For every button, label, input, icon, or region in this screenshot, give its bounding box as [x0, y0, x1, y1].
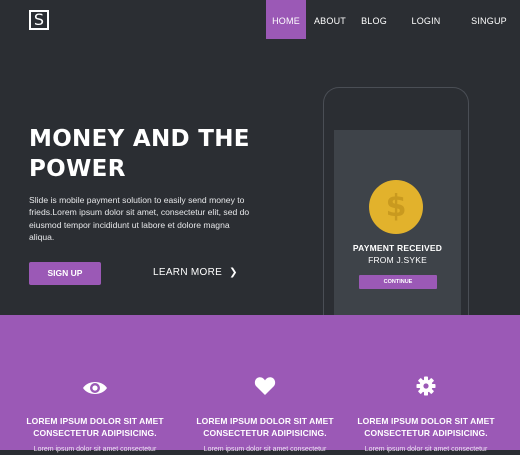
nav-item-home[interactable]: HOME — [266, 0, 306, 39]
payment-received-title: PAYMENT RECEIVED — [352, 243, 443, 253]
hero-title: MONEY AND THE POWER — [29, 126, 250, 182]
learn-more-label: LEARN MORE — [153, 267, 223, 278]
feature-body: Lorem ipsum dolor sit amet consectetur — [203, 446, 327, 453]
feature-title: LOREM IPSUM DOLOR SIT AMET CONSECTETUR A… — [196, 416, 334, 438]
signup-button[interactable]: SIGN UP — [29, 262, 101, 285]
gear-icon — [341, 376, 511, 401]
feature-body: Lorem ipsum dolor sit amet consectetur — [33, 446, 157, 453]
phone-screen: $ PAYMENT RECEIVED FROM J.SYKE CONTINUE — [334, 130, 461, 315]
nav-item-login[interactable]: LOGIN — [394, 0, 458, 39]
dollar-sign: $ — [385, 189, 407, 224]
main-nav: HOME ABOUT BLOG LOGIN SINGUP — [266, 0, 520, 39]
payment-sender: FROM J.SYKE — [368, 255, 427, 265]
feature-body: Lorem ipsum dolor sit amet consectetur — [364, 446, 488, 453]
nav-item-about[interactable]: ABOUT — [306, 0, 354, 39]
logo[interactable]: S — [29, 10, 49, 30]
nav-item-blog[interactable]: BLOG — [354, 0, 394, 39]
eye-icon — [10, 379, 180, 402]
continue-button[interactable]: CONTINUE — [359, 275, 437, 289]
heart-icon — [180, 376, 350, 401]
feature-title: LOREM IPSUM DOLOR SIT AMET CONSECTETUR A… — [26, 416, 164, 438]
feature-title: LOREM IPSUM DOLOR SIT AMET CONSECTETUR A… — [357, 416, 495, 438]
dollar-coin-icon: $ — [369, 180, 423, 234]
chevron-right-icon: ❯ — [229, 267, 238, 278]
learn-more-link[interactable]: LEARN MORE ❯ — [153, 266, 238, 280]
features-section: LOREM IPSUM DOLOR SIT AMET CONSECTETUR A… — [0, 315, 520, 453]
hero-description: Slide is mobile payment solution to easi… — [29, 195, 250, 242]
nav-item-signup[interactable]: SINGUP — [458, 0, 520, 39]
